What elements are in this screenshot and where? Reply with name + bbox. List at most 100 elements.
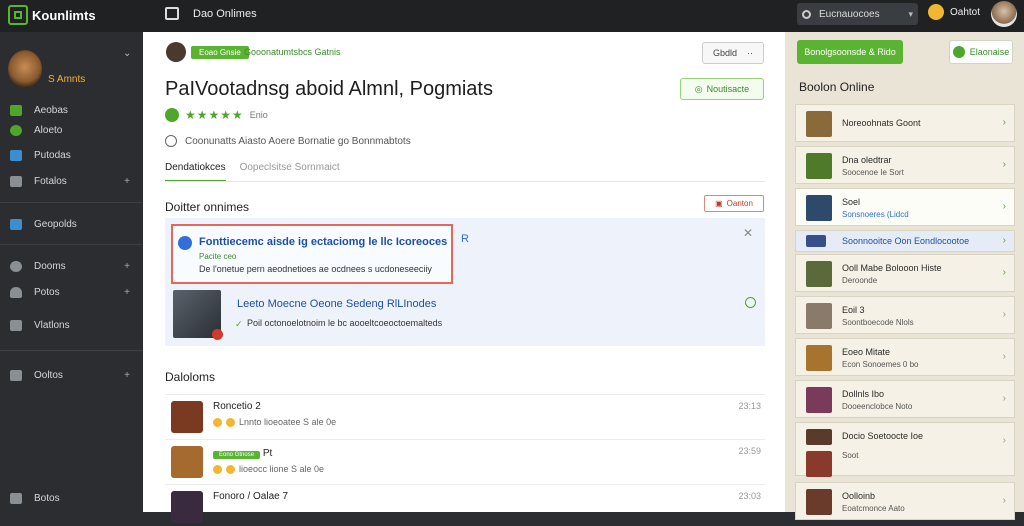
collapse-icon[interactable]: ⌄: [123, 48, 131, 59]
sidebar-item-0[interactable]: Aeobas: [10, 105, 130, 116]
row-title: Roncetio 2: [213, 401, 261, 412]
online-card[interactable]: Soel Sonsnoeres (Lidcd ›: [795, 188, 1015, 226]
tab-1[interactable]: Oopeclsitse Sornmaict: [240, 162, 340, 182]
app-logo[interactable]: Kounlimts: [8, 5, 96, 25]
online-card[interactable]: Eoil 3 Soontboecode Nlols ›: [795, 296, 1015, 334]
online-card[interactable]: Noreoohnats Goont ›: [795, 104, 1015, 142]
logo-text: Kounlimts: [32, 7, 96, 23]
chevron-right-icon: ›: [1002, 435, 1006, 446]
section-title: Doitter onnimes: [165, 200, 250, 214]
card-sub: Sonsnoeres (Lidcd: [842, 210, 909, 219]
red-action-label: Oanton: [726, 199, 753, 208]
avatar[interactable]: [991, 1, 1017, 27]
row-title: Pt: [262, 448, 273, 459]
card-sub: Dooeenclobce Noto: [842, 402, 913, 411]
badge-icon: [212, 329, 223, 340]
sidebar-item-6[interactable]: Potos +: [10, 287, 130, 298]
home-icon[interactable]: [165, 7, 179, 20]
red-action-button[interactable]: ▣ Oanton: [704, 195, 764, 212]
sidebar-avatar[interactable]: [8, 50, 42, 88]
sidebar-divider: [0, 350, 143, 351]
sidebar-item-label: Potos: [34, 287, 60, 298]
tabs-divider: [165, 181, 765, 182]
highlighted-item[interactable]: Fonttiecemc aisde ig ectaciomg le llc Ic…: [171, 224, 453, 284]
card-title: Eoeo Mitate: [842, 347, 891, 357]
primary-button[interactable]: Bonolgsoonsde & Rido: [797, 40, 903, 64]
sidebar-item-label: Botos: [34, 493, 60, 504]
list-icon: [10, 320, 22, 331]
card-title: Noreoohnats Goont: [842, 118, 921, 128]
sidebar-item-3[interactable]: Fotalos +: [10, 176, 130, 187]
highlight-title[interactable]: Fonttiecemc aisde ig ectaciomg le llc Ic…: [199, 236, 447, 248]
emoji-icon: [226, 464, 235, 474]
project-pill[interactable]: Eoao Gnsie: [191, 46, 249, 59]
card-thumbnail: [806, 261, 832, 287]
card-title: Soel: [842, 197, 861, 207]
follow-button[interactable]: ◎ Noutisacte: [680, 78, 764, 100]
card-thumbnail: [806, 345, 832, 371]
plus-icon[interactable]: +: [124, 261, 130, 272]
top-action-button[interactable]: Gbdld ··: [702, 42, 764, 64]
top-bar: Kounlimts Dao Onlimes Eucnauocoes ▾ Oaht…: [0, 0, 1024, 32]
sidebar-item-2[interactable]: Putodas: [10, 150, 130, 161]
row-sub: lioeocc lione S ale 0e: [213, 464, 324, 474]
emoji-icon: [226, 417, 235, 427]
online-card[interactable]: Docio Soetoocte Ioe Soot ›: [795, 422, 1015, 477]
plus-icon[interactable]: +: [124, 370, 130, 381]
row-title-wrap: Eono Gtnose Pt: [213, 448, 272, 459]
plus-icon[interactable]: +: [124, 176, 130, 187]
card-thumbnail: [806, 153, 832, 179]
search-icon: [802, 9, 811, 19]
card-sub: Econ Sonoemes 0 bo: [842, 360, 919, 369]
card-thumbnail: [806, 303, 832, 329]
search-input[interactable]: Eucnauocoes: [819, 9, 880, 20]
highlight-tag[interactable]: R: [461, 233, 469, 245]
rating-stars[interactable]: ★★★★★: [185, 108, 244, 122]
ok-icon[interactable]: [745, 297, 756, 308]
row-time: 23:59: [738, 446, 761, 456]
meta-line: Coonunatts Aiasto Aoere Bornatie go Bonn…: [165, 135, 411, 147]
chevron-right-icon: ›: [1002, 309, 1006, 320]
tab-bar: Dendatiokces Oopeclsitse Sornmaict: [165, 162, 340, 182]
card-title: Eoil 3: [842, 305, 865, 315]
chevron-right-icon: ›: [1002, 235, 1006, 246]
sidebar-item-4[interactable]: Geopolds: [10, 219, 130, 230]
plus-icon[interactable]: +: [124, 287, 130, 298]
card-title: Oolloinb: [842, 491, 876, 501]
status-icon: [165, 108, 179, 122]
online-card[interactable]: Ooll Mabe Bolooon Histe Deroonde ›: [795, 254, 1015, 292]
sidebar-item-7[interactable]: Vlatlons: [10, 320, 130, 331]
row-thumbnail: [171, 446, 203, 478]
sidebar-user-name: S Amnts: [48, 74, 86, 85]
list-item[interactable]: Eono Gtnose Pt lioeocc lione S ale 0e 23…: [165, 439, 765, 481]
emoji-icon: [928, 4, 944, 20]
tab-0[interactable]: Dendatiokces: [165, 162, 226, 182]
online-card[interactable]: Dollnls Ibo Dooeenclobce Noto ›: [795, 380, 1015, 418]
check-icon: [10, 219, 22, 230]
pin-icon[interactable]: ✕: [743, 226, 753, 240]
project-avatar[interactable]: [166, 42, 186, 62]
sidebar-item-5[interactable]: Dooms +: [10, 261, 130, 272]
online-card[interactable]: Eoeo Mitate Econ Sonoemes 0 bo ›: [795, 338, 1015, 376]
sidebar-item-8[interactable]: Ooltos +: [10, 370, 130, 381]
user-menu[interactable]: Oahtot: [928, 4, 980, 20]
project-link[interactable]: Gooonatumtsbcs Gatnis: [244, 47, 341, 57]
follow-label: Noutisacte: [706, 84, 750, 94]
secondary-button[interactable]: Elaonaise: [949, 40, 1013, 64]
card-thumbnail: [806, 195, 832, 221]
sidebar-divider: [0, 202, 143, 203]
card-sub: Soontboecode Nlols: [842, 318, 914, 327]
chevron-down-icon[interactable]: ▾: [908, 9, 913, 20]
online-card[interactable]: Soonnooitce Oon Eondlocootoe ›: [795, 230, 1015, 252]
online-card[interactable]: Oolloinb Eoatcmonce Aato ›: [795, 482, 1015, 520]
list-item[interactable]: Roncetio 2 Lnnto lioeoatee S ale 0e 23:1…: [165, 394, 765, 436]
online-card[interactable]: Dna oledtrar Soocenoe Ie Sort ›: [795, 146, 1015, 184]
sidebar-item-9[interactable]: Botos: [10, 493, 130, 504]
list-item[interactable]: Fonoro / Oalae 7 23:03: [165, 484, 765, 526]
rating-label: Enio: [249, 110, 268, 120]
item-title[interactable]: Leeto Moecne Oeone Sedeng RlLInodes: [237, 298, 436, 310]
sidebar-item-1[interactable]: Aloeto: [10, 125, 130, 136]
search-box[interactable]: Eucnauocoes ▾: [797, 3, 918, 25]
chart-icon: [10, 150, 22, 161]
item-thumbnail[interactable]: [173, 290, 223, 340]
